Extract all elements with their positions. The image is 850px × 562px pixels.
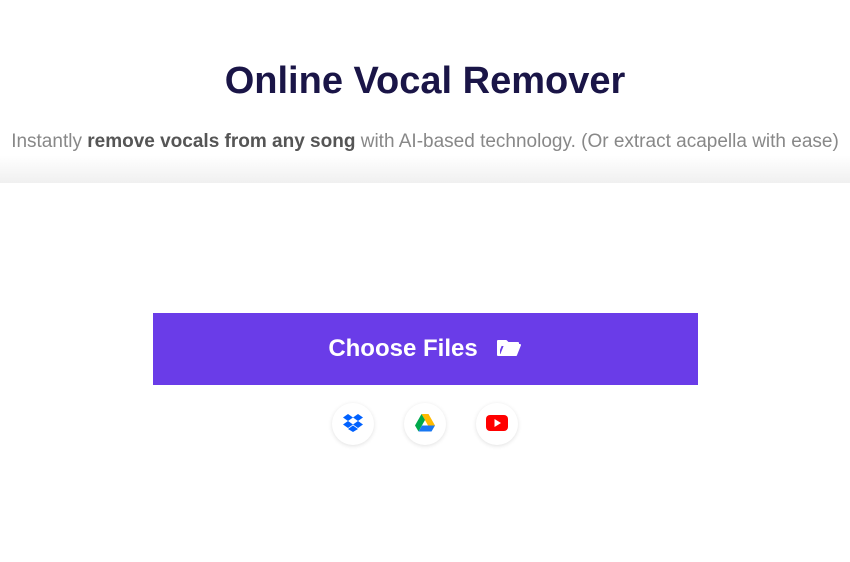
google-drive-icon bbox=[414, 413, 436, 436]
dropbox-icon bbox=[342, 413, 364, 436]
subtitle-bold: remove vocals from any song bbox=[87, 131, 355, 152]
page-title: Online Vocal Remover bbox=[0, 60, 850, 103]
youtube-icon bbox=[485, 414, 509, 435]
content-section: Choose Files bbox=[0, 183, 850, 445]
subtitle-suffix: with AI-based technology. (Or extract ac… bbox=[355, 131, 838, 152]
subtitle: Instantly remove vocals from any song wi… bbox=[0, 131, 850, 153]
source-buttons-row bbox=[0, 403, 850, 445]
youtube-button[interactable] bbox=[476, 403, 518, 445]
dropbox-button[interactable] bbox=[332, 403, 374, 445]
header-section: Online Vocal Remover Instantly remove vo… bbox=[0, 0, 850, 183]
choose-files-button[interactable]: Choose Files bbox=[153, 313, 698, 385]
folder-open-icon bbox=[496, 337, 522, 362]
choose-files-label: Choose Files bbox=[328, 335, 477, 363]
google-drive-button[interactable] bbox=[404, 403, 446, 445]
subtitle-prefix: Instantly bbox=[11, 131, 87, 152]
